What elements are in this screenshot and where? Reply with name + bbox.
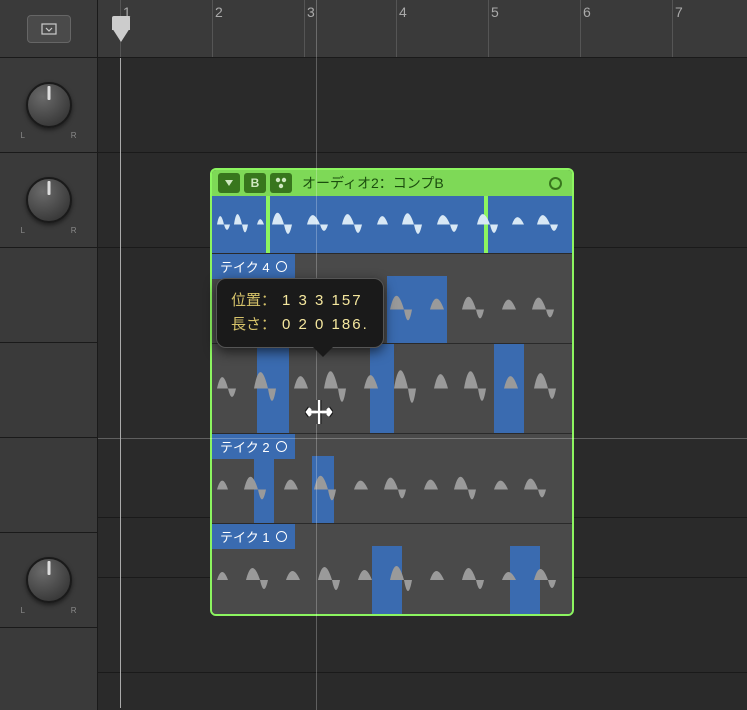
playhead-marker[interactable]	[112, 28, 130, 42]
tooltip-position-label: 位置：	[231, 289, 276, 313]
quick-swipe-icon[interactable]	[270, 173, 292, 193]
ruler-number: 6	[583, 4, 591, 20]
ruler-tick	[488, 0, 489, 57]
ruler-tick	[396, 0, 397, 57]
ruler-tick	[580, 0, 581, 57]
timeline-ruler[interactable]: 1234567	[98, 0, 747, 58]
take-folder-header[interactable]: B オーディオ2：コンプB	[212, 170, 572, 196]
arrange-area[interactable]: 1234567 B オーディオ2：コンプB	[98, 0, 747, 710]
track-sidebar: LR LR LR	[0, 0, 98, 710]
ruler-number: 2	[215, 4, 223, 20]
disclosure-triangle-icon[interactable]	[218, 173, 240, 193]
take-row[interactable]: テイク 1	[212, 524, 572, 614]
track-header-2[interactable]: LR	[0, 153, 97, 248]
take-folder[interactable]: B オーディオ2：コンプB	[210, 168, 574, 616]
ruler-number: 4	[399, 4, 407, 20]
ruler-number: 7	[675, 4, 683, 20]
pan-knob[interactable]	[26, 557, 72, 603]
comp-b-icon[interactable]: B	[244, 173, 266, 193]
ruler-tick	[212, 0, 213, 57]
playhead-line	[120, 58, 121, 708]
position-tooltip: 位置： 1 3 3 157 長さ： 0 2 0 186.	[216, 278, 384, 348]
edit-horizontal-line	[98, 438, 747, 439]
track-lane[interactable]	[98, 58, 747, 153]
ruler-tick	[304, 0, 305, 57]
comp-track[interactable]	[212, 196, 572, 254]
loop-icon	[276, 531, 287, 542]
take-row[interactable]	[212, 344, 572, 434]
tooltip-length-value: 0 2 0 186.	[282, 313, 369, 337]
loop-icon[interactable]	[549, 177, 562, 190]
folder-title: オーディオ2：コンプB	[302, 173, 545, 193]
tooltip-length-label: 長さ：	[231, 313, 276, 337]
pan-knob[interactable]	[26, 177, 72, 223]
track-header-6[interactable]: LR	[0, 533, 97, 628]
track-header-4[interactable]	[0, 343, 97, 438]
ruler-tick	[672, 0, 673, 57]
take-label[interactable]: テイク 4	[212, 254, 295, 279]
track-header-5[interactable]	[0, 438, 97, 533]
ruler-number: 3	[307, 4, 315, 20]
take-label[interactable]: テイク 1	[212, 524, 295, 549]
pan-knob[interactable]	[26, 82, 72, 128]
loop-icon	[276, 261, 287, 272]
view-dropdown-button[interactable]	[27, 15, 71, 43]
loop-icon	[276, 441, 287, 452]
track-header-1[interactable]: LR	[0, 58, 97, 153]
tooltip-position-value: 1 3 3 157	[282, 289, 363, 313]
ruler-number: 5	[491, 4, 499, 20]
take-row[interactable]: テイク 2	[212, 434, 572, 524]
track-header-3[interactable]	[0, 248, 97, 343]
